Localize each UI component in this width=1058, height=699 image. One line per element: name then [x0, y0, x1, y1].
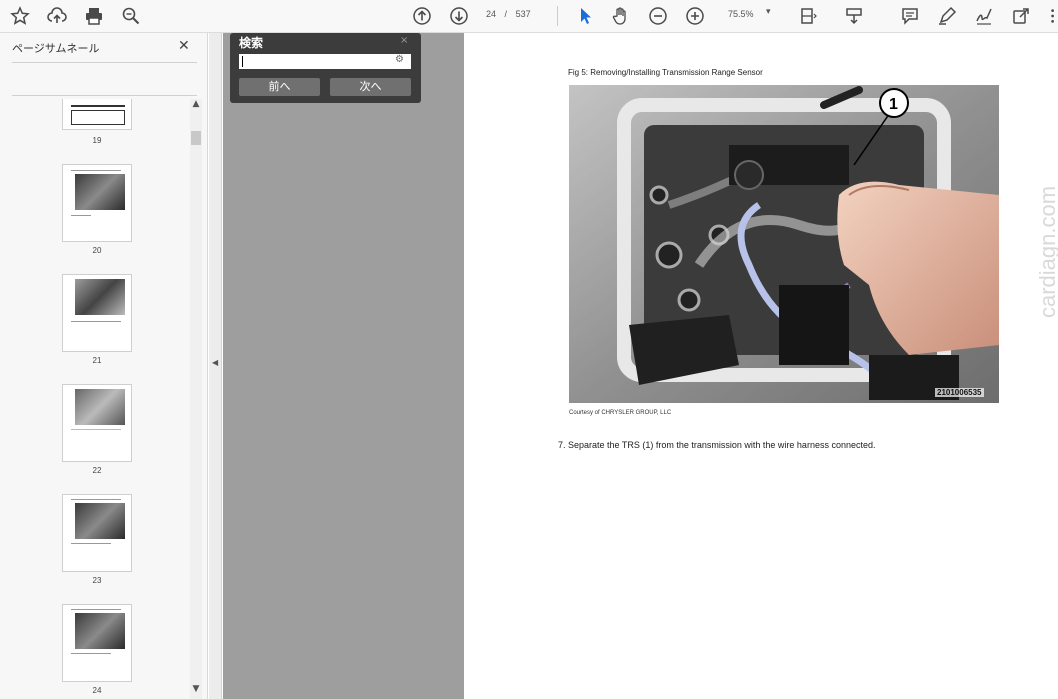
zoom-out-icon[interactable]: [646, 4, 670, 28]
figure-photo: 1: [569, 85, 999, 403]
current-page[interactable]: 24: [486, 9, 496, 19]
highlight-icon[interactable]: [935, 4, 959, 28]
print-icon[interactable]: [82, 4, 106, 28]
fit-page-icon[interactable]: [796, 4, 820, 28]
scroll-down-icon[interactable]: ▼: [190, 684, 202, 698]
page-indicator[interactable]: 24 / 537: [486, 9, 531, 19]
page-down-icon[interactable]: [447, 4, 471, 28]
search-title: 検索: [239, 36, 264, 50]
thumbnail-text: [71, 215, 91, 216]
scroll-up-icon[interactable]: ▲: [190, 99, 202, 113]
share-icon[interactable]: [1009, 4, 1033, 28]
search-input[interactable]: [239, 54, 411, 69]
text-caret: [242, 56, 243, 67]
thumbnail-page-21[interactable]: [62, 274, 132, 352]
thumbnail-image: [75, 613, 125, 649]
toolbar-divider: [557, 6, 558, 26]
total-pages: 537: [515, 9, 531, 19]
transmission-photo: 1: [569, 85, 999, 403]
more-icon[interactable]: [1040, 4, 1058, 28]
thumbnail-page-22[interactable]: [62, 384, 132, 462]
thumbnail-text: [71, 543, 111, 544]
thumbnail-text: [71, 499, 121, 500]
previous-button[interactable]: 前へ: [239, 78, 320, 96]
thumbnail-panel: ページサムネール ✕ 19 20 21 22 23 24 ▲ ▼: [0, 33, 208, 699]
thumbnail-label: 21: [92, 356, 102, 365]
scroll-mode-icon[interactable]: [842, 4, 866, 28]
page-separator: /: [504, 9, 508, 19]
thumbnail-page-19[interactable]: [62, 99, 132, 130]
thumbnail-label: 24: [92, 686, 102, 695]
cloud-upload-icon[interactable]: [45, 4, 69, 28]
thumbnail-label: 19: [92, 136, 102, 145]
select-cursor-icon[interactable]: [573, 4, 597, 28]
thumbnail-text: [71, 105, 125, 107]
watermark: cardiagn.com: [1035, 185, 1058, 318]
thumbnail-page-20[interactable]: [62, 164, 132, 242]
thumbnail-page-23[interactable]: [62, 494, 132, 572]
thumbnail-label: 20: [92, 246, 102, 255]
hand-icon[interactable]: [609, 4, 633, 28]
close-icon[interactable]: ✕: [178, 38, 190, 54]
image-id: 2101006535: [935, 388, 984, 397]
page-up-icon[interactable]: [410, 4, 434, 28]
thumbnail-text: [71, 653, 111, 654]
gear-icon[interactable]: ⚙: [395, 54, 404, 65]
panel-title: ページサムネール: [12, 42, 100, 55]
figure-caption: Fig 5: Removing/Installing Transmission …: [568, 68, 763, 77]
thumbnail-label: 23: [92, 576, 102, 585]
thumbnail-image: [75, 389, 125, 425]
next-button[interactable]: 次へ: [330, 78, 411, 96]
thumbnail-image: [75, 174, 125, 210]
thumbnail-text: [71, 170, 121, 171]
zoom-in-icon[interactable]: [683, 4, 707, 28]
thumbnail-table: [71, 110, 125, 125]
zoom-search-icon[interactable]: [119, 4, 143, 28]
pdf-viewer-window: 24 / 537 75.5% ▾ ページサムネール ✕ 19 20 21 22 …: [0, 0, 1058, 699]
top-toolbar: 24 / 537 75.5% ▾: [0, 0, 1058, 33]
thumbnail-text: [71, 321, 121, 322]
zoom-level[interactable]: 75.5%: [728, 9, 754, 19]
sign-icon[interactable]: [972, 4, 996, 28]
document-page: Fig 5: Removing/Installing Transmission …: [465, 33, 1058, 699]
thumbnail-page-24[interactable]: [62, 604, 132, 682]
image-credit: Courtesy of CHRYSLER GROUP, LLC: [569, 410, 672, 416]
thumbnail-label: 22: [92, 466, 102, 475]
thumbnail-text: [71, 429, 121, 430]
star-icon[interactable]: [8, 4, 32, 28]
thumbnail-text: [71, 609, 121, 610]
callout-number: 1: [889, 96, 898, 113]
thumbnail-image: [75, 279, 125, 315]
thumbnail-image: [75, 503, 125, 539]
panel-divider: [12, 95, 197, 96]
document-canvas: [223, 33, 464, 699]
collapse-panel-icon[interactable]: ◀: [212, 358, 218, 367]
thumbnail-list[interactable]: 19 20 21 22 23 24: [0, 99, 190, 699]
panel-divider: [12, 62, 197, 63]
zoom-dropdown-icon[interactable]: ▾: [766, 7, 771, 17]
thumbnail-scrollbar[interactable]: [190, 99, 202, 699]
scrollbar-thumb[interactable]: [191, 131, 201, 145]
close-icon[interactable]: ×: [400, 35, 408, 46]
instruction-step: 7. Separate the TRS (1) from the transmi…: [558, 440, 876, 450]
comment-icon[interactable]: [898, 4, 922, 28]
search-popup: 検索 × ⚙ 前へ 次へ: [230, 33, 421, 103]
